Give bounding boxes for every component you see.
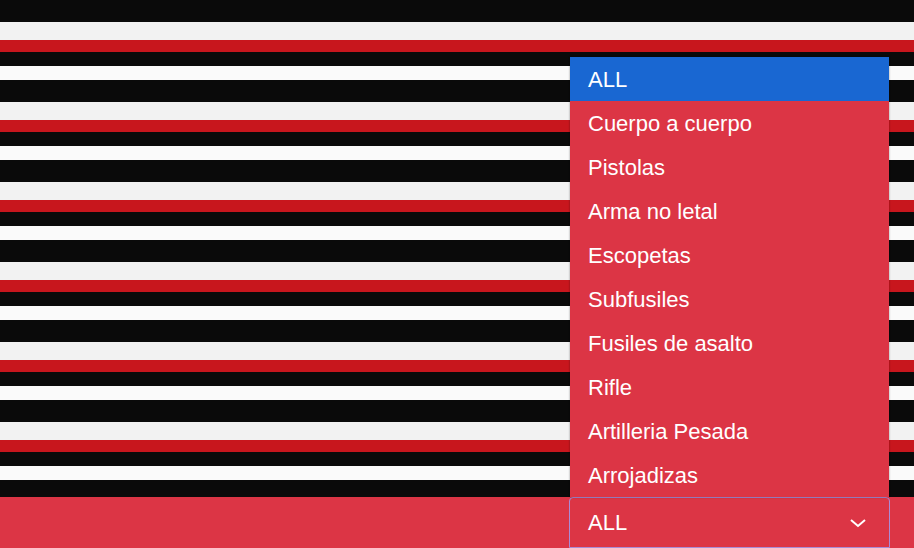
dropdown-option[interactable]: Fusiles de asalto (570, 321, 889, 365)
dropdown-option[interactable]: Artilleria Pesada (570, 409, 889, 453)
dropdown-option[interactable]: Subfusiles (570, 277, 889, 321)
chevron-down-icon (849, 517, 867, 529)
filter-bar: ALL (0, 497, 914, 548)
dropdown-option[interactable]: Escopetas (570, 233, 889, 277)
dropdown-option[interactable]: Cuerpo a cuerpo (570, 101, 889, 145)
dropdown-option[interactable]: Rifle (570, 365, 889, 409)
dropdown-option[interactable]: ALL (570, 57, 889, 101)
select-value: ALL (588, 506, 627, 539)
dropdown-option[interactable]: Pistolas (570, 145, 889, 189)
dropdown-option[interactable]: Arma no letal (570, 189, 889, 233)
category-select[interactable]: ALL (569, 497, 890, 548)
dropdown-option[interactable]: Arrojadizas (570, 453, 889, 497)
dropdown-menu: ALLCuerpo a cuerpoPistolasArma no letalE… (570, 57, 889, 497)
